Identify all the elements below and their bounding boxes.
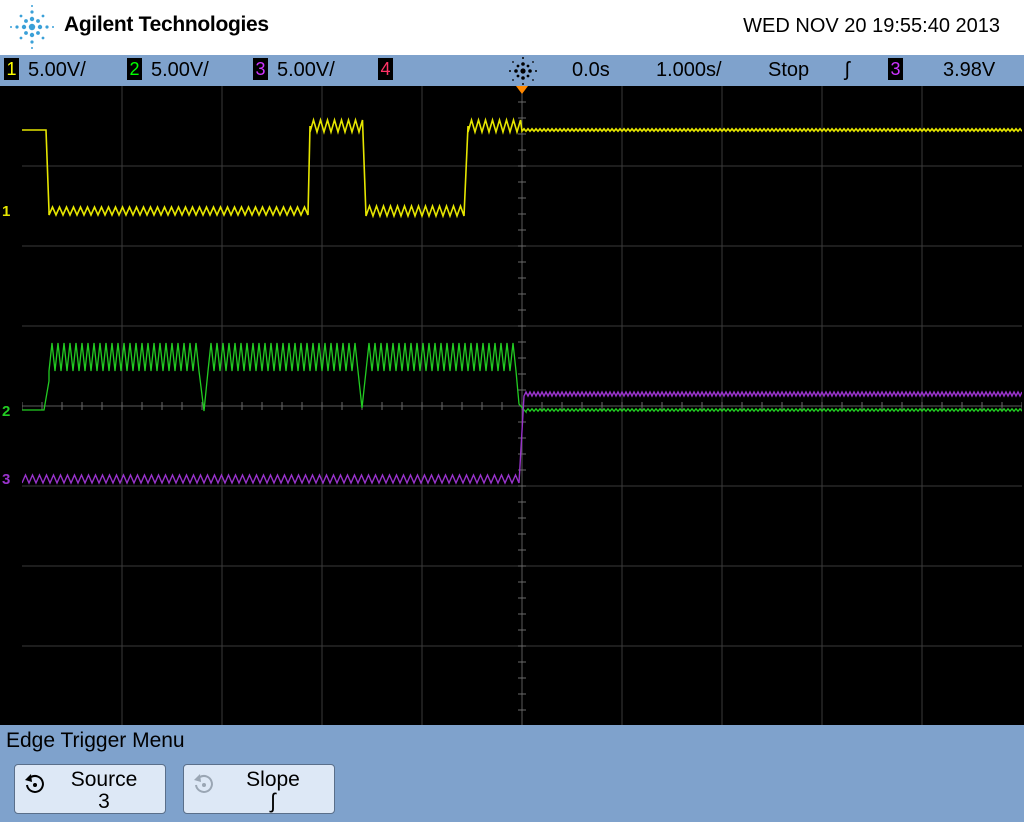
channel-3-scale-value: 5.00V/ [277, 59, 335, 81]
channel-3-ground-marker[interactable]: 3 [2, 472, 10, 487]
acquisition-spark-icon [509, 57, 537, 85]
source-softkey-value: 3 [98, 790, 110, 813]
horizontal-delay[interactable]: 0.0s [572, 58, 610, 82]
timebase-scale[interactable]: 1.000s/ [656, 58, 722, 82]
channel-2-scale-value: 5.00V/ [151, 59, 209, 81]
channel-2-badge: 2 [127, 58, 142, 80]
channel-1-scale-value: 5.00V/ [28, 59, 86, 81]
menu-title: Edge Trigger Menu [6, 729, 185, 752]
channel-1-scale[interactable]: 1 5.00V/ [4, 58, 86, 82]
rotate-knob-icon [25, 774, 44, 793]
trigger-source[interactable]: 3 [888, 58, 912, 82]
channel-2-ground-marker[interactable]: 2 [2, 404, 10, 419]
trigger-position-marker [516, 86, 528, 94]
slope-softkey-label: Slope [246, 768, 300, 791]
instrument-header: Agilent Technologies WED NOV 20 19:55:40… [0, 0, 1024, 55]
softkey-menu: Edge Trigger Menu Source 3 Slope ʃ [0, 725, 1024, 822]
status-bar: 1 5.00V/ 2 5.00V/ 3 5.00V/ 4 0.0s 1.000s/ S… [0, 55, 1024, 86]
channel-4-badge: 4 [378, 58, 393, 80]
channel-2-scale[interactable]: 2 5.00V/ [127, 58, 209, 82]
channel-3-scale[interactable]: 3 5.00V/ [253, 58, 335, 82]
source-softkey-label: Source [70, 768, 138, 791]
channel-3-badge: 3 [253, 58, 268, 80]
waveform-display[interactable]: 1 2 3 [0, 86, 1024, 725]
slope-softkey-value: ʃ [270, 790, 276, 813]
channel-1-badge: 1 [4, 58, 19, 80]
channel-1-ground-marker[interactable]: 1 [2, 204, 10, 219]
trigger-source-badge: 3 [888, 58, 903, 80]
run-state[interactable]: Stop [768, 58, 809, 82]
graticule [22, 86, 1022, 725]
rotate-knob-icon [194, 774, 213, 793]
channel-4-scale[interactable]: 4 [378, 58, 402, 82]
date-time: WED NOV 20 19:55:40 2013 [743, 15, 1000, 37]
trigger-level[interactable]: 3.98V [943, 58, 995, 82]
trigger-slope-icon: ʃ [845, 59, 850, 81]
brand-name: Agilent Technologies [64, 13, 269, 36]
agilent-spark-logo-icon [10, 5, 54, 49]
slope-softkey[interactable]: Slope ʃ [183, 764, 335, 814]
source-softkey[interactable]: Source 3 [14, 764, 166, 814]
